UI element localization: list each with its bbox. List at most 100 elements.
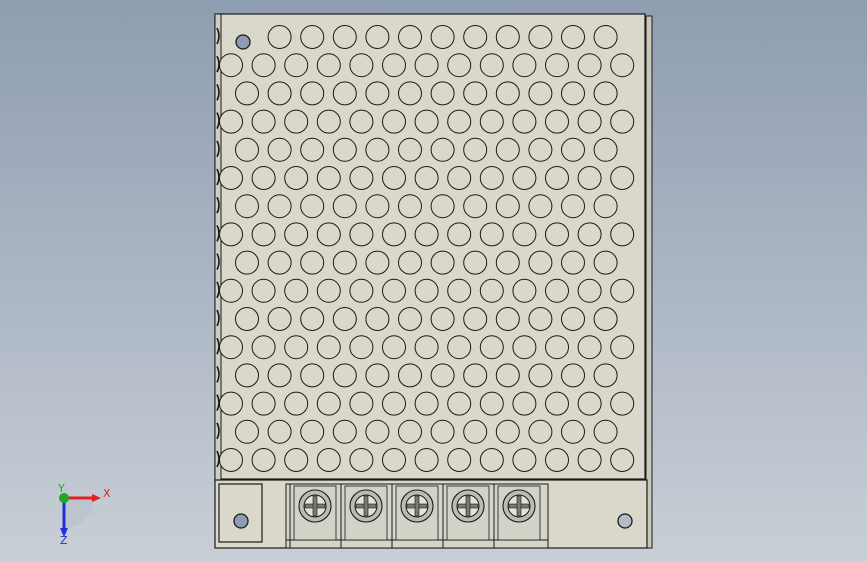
- vent-hole: [365, 137, 390, 162]
- vent-hole: [545, 278, 569, 303]
- vent-hole: [235, 307, 259, 331]
- vent-hole: [219, 166, 243, 190]
- vent-hole: [447, 335, 472, 360]
- vent-hole: [365, 194, 390, 219]
- vent-hole: [300, 419, 325, 444]
- vent-hole: [528, 363, 553, 388]
- vent-hole: [382, 222, 406, 247]
- vent-hole: [430, 250, 455, 275]
- vent-hole: [577, 166, 602, 190]
- vent-hole: [332, 194, 357, 219]
- vent-hole: [251, 53, 276, 78]
- vent-hole: [332, 137, 357, 162]
- vent-hole: [610, 109, 635, 134]
- vent-hole: [332, 307, 357, 331]
- vent-hole: [577, 335, 602, 360]
- vent-hole: [219, 335, 243, 360]
- cad-viewport[interactable]: X Y Z: [0, 0, 867, 562]
- vent-hole: [284, 278, 309, 303]
- vent-hole: [382, 278, 406, 303]
- vent-hole: [284, 109, 309, 134]
- vent-hole: [528, 419, 553, 444]
- terminal-screw-icon: [442, 484, 490, 548]
- vent-hole: [398, 363, 422, 388]
- vent-hole: [284, 448, 309, 472]
- mounting-hole-top-left: [235, 34, 251, 50]
- vent-hole: [316, 109, 341, 134]
- vent-hole: [447, 448, 472, 472]
- vent-hole: [463, 137, 488, 162]
- vent-hole: [545, 335, 569, 360]
- vent-hole: [463, 419, 488, 444]
- vent-hole: [561, 250, 585, 275]
- terminal-screw-icon: [391, 484, 439, 548]
- terminal-screw-icon: [289, 484, 337, 548]
- vent-hole: [447, 166, 472, 190]
- vent-hole: [528, 250, 553, 275]
- vent-hole: [512, 222, 537, 247]
- vent-hole: [235, 137, 259, 162]
- terminal-screw-icon: [340, 484, 388, 548]
- vent-hole: [284, 335, 309, 360]
- vent-hole: [414, 335, 439, 360]
- vent-hole: [577, 53, 602, 78]
- vent-hole: [545, 109, 569, 134]
- vent-hole: [300, 81, 325, 106]
- vent-hole: [316, 335, 341, 360]
- left-fold-edge: [214, 13, 222, 549]
- vent-hole: [365, 25, 390, 49]
- vent-hole: [332, 81, 357, 106]
- vent-hole: [300, 137, 325, 162]
- vent-hole: [495, 137, 520, 162]
- vent-hole: [561, 194, 585, 219]
- vent-hole: [235, 81, 259, 106]
- vent-hole: [593, 363, 618, 388]
- vent-hole: [284, 166, 309, 190]
- vent-hole: [463, 194, 488, 219]
- vent-hole: [332, 250, 357, 275]
- terminal-screws: [289, 484, 541, 548]
- vent-hole: [528, 25, 553, 49]
- vent-hole: [577, 278, 602, 303]
- vent-hole: [512, 109, 537, 134]
- vent-hole: [300, 25, 325, 49]
- coordinate-triad[interactable]: X Y Z: [57, 482, 111, 547]
- vent-hole: [414, 448, 439, 472]
- vent-hole: [447, 222, 472, 247]
- vent-hole: [300, 307, 325, 331]
- vent-hole: [561, 81, 585, 106]
- vent-hole: [332, 363, 357, 388]
- vent-hole: [430, 363, 455, 388]
- vent-hole: [414, 278, 439, 303]
- vent-hole: [479, 448, 504, 472]
- vent-hole: [219, 278, 243, 303]
- vent-hole: [561, 363, 585, 388]
- vent-hole: [316, 278, 341, 303]
- vent-hole: [495, 194, 520, 219]
- vent-hole: [528, 81, 553, 106]
- vent-hole: [382, 391, 406, 416]
- vent-hole: [235, 194, 259, 219]
- vent-hole: [577, 222, 602, 247]
- triad-x-label: X: [103, 487, 111, 500]
- vent-hole: [251, 448, 276, 472]
- vent-hole: [267, 363, 292, 388]
- vent-hole: [495, 25, 520, 49]
- vent-hole: [414, 391, 439, 416]
- vent-hole: [349, 109, 374, 134]
- vent-hole: [398, 81, 422, 106]
- vent-hole: [284, 222, 309, 247]
- vent-hole: [219, 391, 243, 416]
- triad-y-label: Y: [57, 482, 65, 495]
- vent-hole: [300, 363, 325, 388]
- vent-hole: [365, 250, 390, 275]
- vent-hole: [251, 109, 276, 134]
- model-view[interactable]: X Y Z: [0, 0, 867, 562]
- vent-hole: [219, 109, 243, 134]
- vent-hole: [430, 25, 455, 49]
- vent-hole: [610, 222, 635, 247]
- vent-hole: [398, 250, 422, 275]
- vent-hole: [267, 250, 292, 275]
- vent-hole: [479, 109, 504, 134]
- vent-hole: [610, 335, 635, 360]
